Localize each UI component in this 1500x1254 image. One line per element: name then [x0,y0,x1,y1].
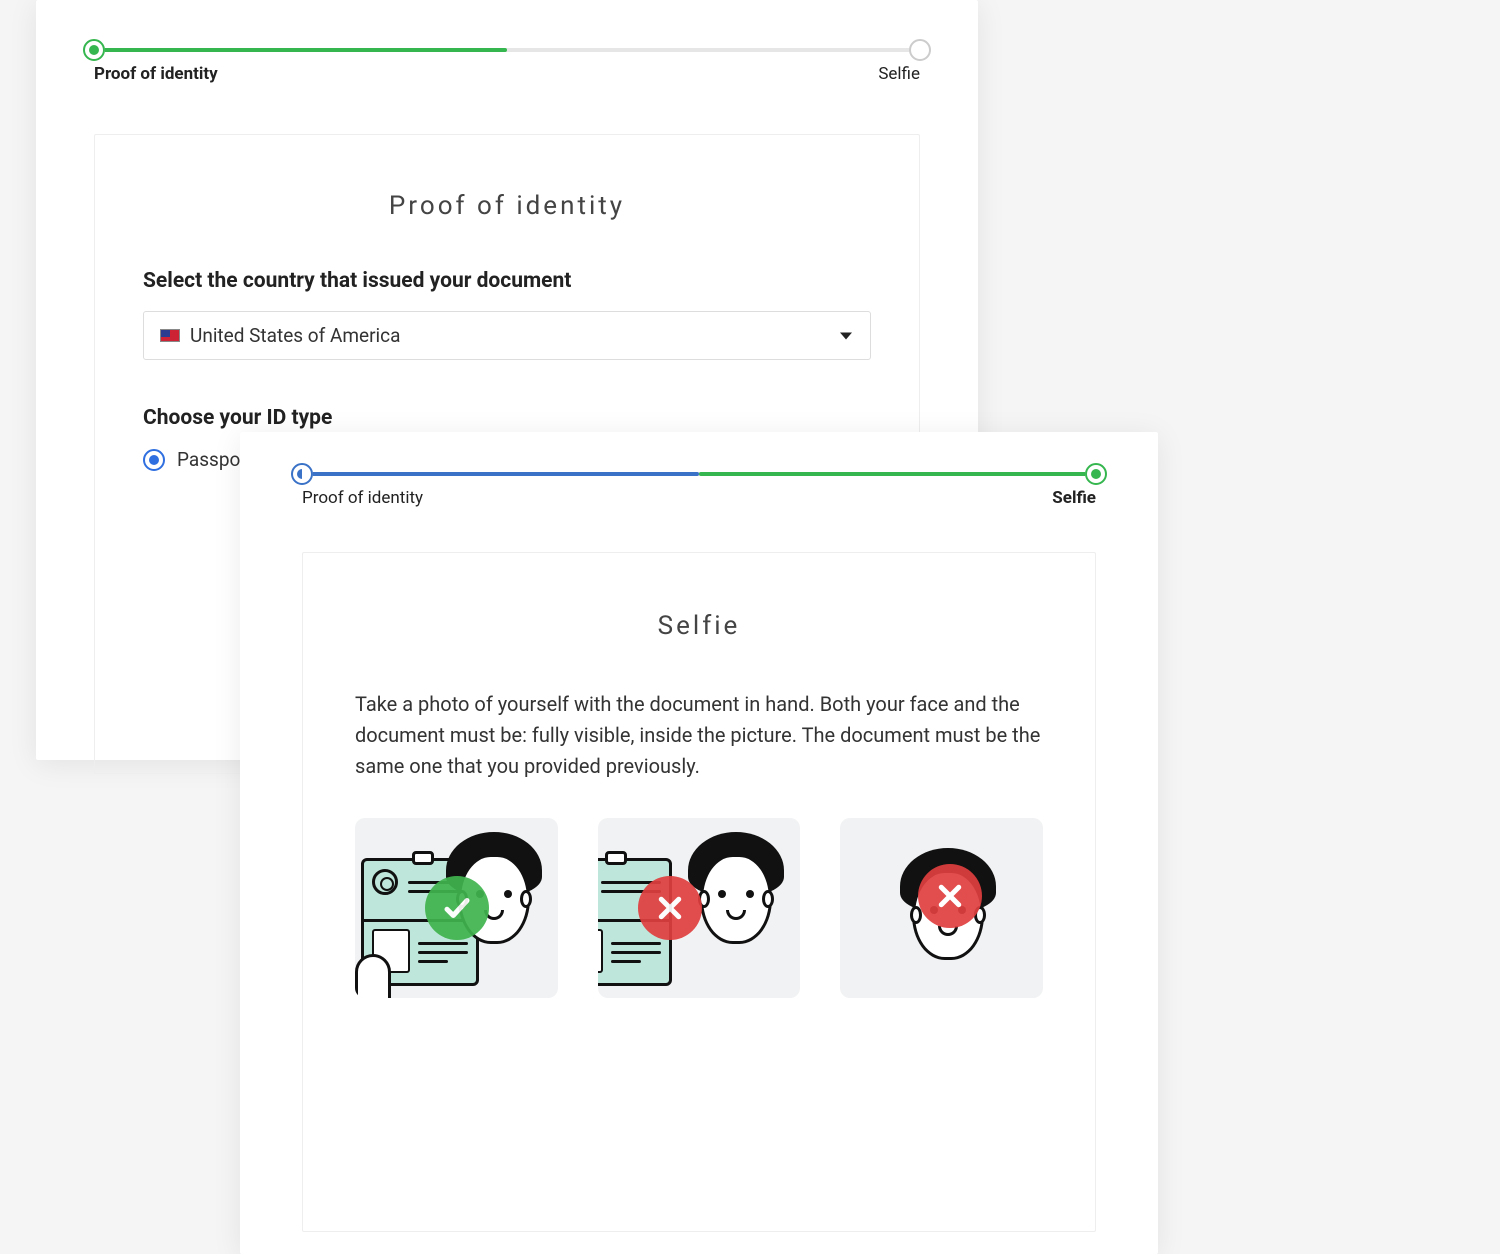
selfie-step-card: Proof of identity Selfie Selfie Take a p… [240,432,1158,1254]
country-label: Select the country that issued your docu… [143,269,871,293]
example-correct [355,818,558,998]
progress-bar: Proof of identity Selfie [94,48,920,84]
step-label-identity: Proof of identity [94,64,218,84]
progress-fill [94,48,507,52]
country-select[interactable]: United States of America [143,311,871,360]
selfie-examples [355,818,1043,998]
hand-illustration [355,954,391,998]
step-dot-identity [83,39,105,61]
id-type-label: Choose your ID type [143,406,871,430]
panel-title: Selfie [355,611,1043,641]
progress-track [302,472,1096,476]
example-no-document [840,818,1043,998]
progress-track [94,48,920,52]
step-dot-selfie [909,39,931,61]
step-dot-identity [291,463,313,485]
panel-title: Proof of identity [143,191,871,221]
progress-labels: Proof of identity Selfie [302,488,1096,508]
chevron-down-icon [840,332,852,339]
x-icon [638,876,702,940]
example-doc-cropped [598,818,801,998]
progress-fill-active [699,472,1096,476]
flag-us-icon [160,329,180,342]
selfie-panel: Selfie Take a photo of yourself with the… [302,552,1096,1232]
check-icon [425,876,489,940]
progress-bar: Proof of identity Selfie [302,472,1096,508]
step-label-identity: Proof of identity [302,488,423,508]
radio-icon [143,449,165,471]
face-illustration [688,832,784,962]
country-value: United States of America [190,324,400,347]
selfie-instructions: Take a photo of yourself with the docume… [355,689,1043,782]
step-label-selfie: Selfie [1052,488,1096,508]
step-dot-selfie [1085,463,1107,485]
progress-labels: Proof of identity Selfie [94,64,920,84]
x-icon [918,864,982,928]
progress-fill-complete [302,472,699,476]
step-label-selfie: Selfie [878,64,920,84]
